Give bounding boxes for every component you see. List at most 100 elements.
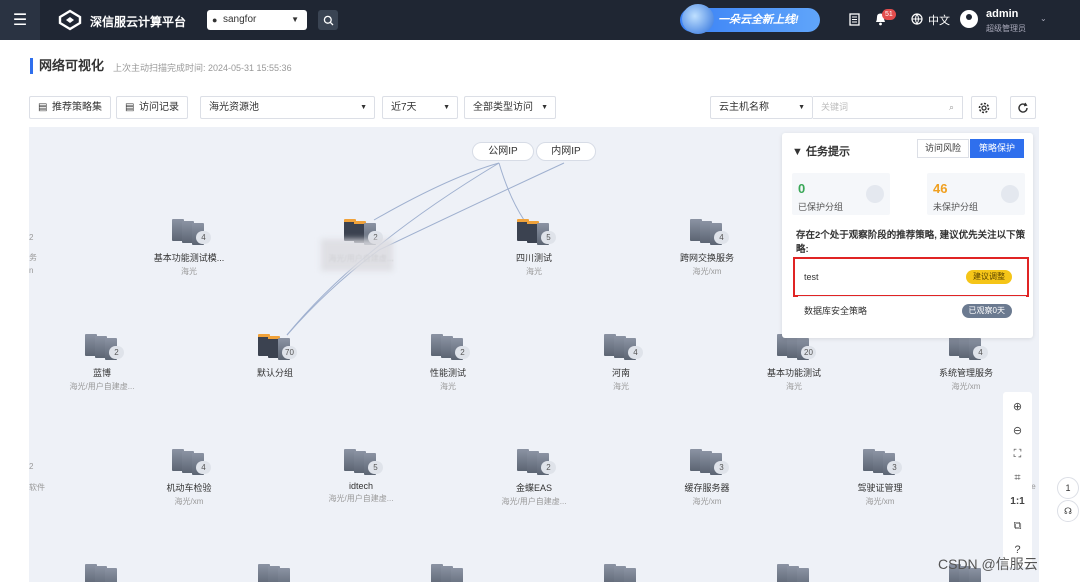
protected-stat: 0 已保护分组: [792, 173, 890, 215]
protected-label: 已保护分组: [798, 202, 844, 212]
server-icon: [83, 564, 121, 582]
resource-pool-select[interactable]: 海光资源池 ▼: [200, 96, 375, 119]
node-name: idtech: [348, 481, 374, 491]
top-search-button[interactable]: [318, 10, 338, 30]
group-node[interactable]: 70 默认分组: [215, 334, 335, 381]
page-title: 网络可视化: [30, 58, 104, 74]
layout-icon[interactable]: ⧉: [1003, 520, 1032, 533]
sangfor-logo-icon: [58, 9, 82, 31]
policy-name: 数据库安全策略: [804, 306, 868, 316]
group-node[interactable]: [388, 564, 508, 582]
server-icon: [602, 564, 640, 582]
menu-icon[interactable]: ☰: [0, 0, 40, 40]
chevron-down-icon[interactable]: ⌄: [1040, 14, 1047, 23]
actual-size-button[interactable]: 1:1: [1003, 496, 1032, 507]
refresh-button[interactable]: [1010, 96, 1036, 119]
search-icon: [323, 15, 333, 25]
search-icon[interactable]: ⌕: [949, 97, 954, 118]
node-count: 4: [628, 346, 643, 359]
group-node[interactable]: [42, 564, 162, 582]
task-panel: ▼ 任务提示 访问风险 策略保护 0 已保护分组 46 未保护分组 存在2个处于…: [782, 133, 1033, 338]
group-node[interactable]: 5 四川测试 海光: [474, 219, 594, 277]
canvas-toolbar: ⊕ ⊖ ⛶ ⌗ 1:1 ⧉ ?: [1003, 392, 1032, 567]
brand-title: 深信服云计算平台: [90, 15, 187, 29]
group-node[interactable]: 5 idtech 海光/用户自建虚...: [301, 449, 421, 504]
document-icon[interactable]: [849, 13, 860, 26]
language-switch[interactable]: 中文: [928, 12, 950, 28]
group-node[interactable]: 4 河南 海光: [561, 334, 681, 392]
access-type-select[interactable]: 全部类型访问 ▼: [464, 96, 556, 119]
server-icon: 4: [688, 219, 729, 245]
server-icon: 3: [861, 449, 902, 475]
settings-button[interactable]: [971, 96, 997, 119]
document-icon: ▤: [125, 102, 135, 113]
node-count: 3: [887, 461, 902, 474]
group-node[interactable]: 4 基本功能测试模... 海光: [129, 219, 249, 277]
node-count: 4: [973, 346, 988, 359]
server-icon: 5: [342, 449, 383, 475]
float-badge[interactable]: 1: [1057, 477, 1079, 499]
policy-row[interactable]: 数据库安全策略 已观察0天: [798, 296, 1026, 324]
group-node[interactable]: 4 机动车检验 海光/xm: [129, 449, 249, 507]
server-icon: 2: [429, 334, 470, 360]
avatar[interactable]: [960, 10, 978, 28]
public-ip-node[interactable]: 公网IP: [472, 142, 534, 161]
redacted-label: [321, 239, 393, 271]
task-panel-title-text: 任务提示: [805, 146, 850, 158]
node-sub: 海光: [181, 267, 197, 276]
region-select[interactable]: ● sangfor ▼: [207, 10, 307, 30]
group-node[interactable]: [215, 564, 335, 582]
group-node[interactable]: 4 跨网交换服务 海光/xm: [647, 219, 767, 277]
edge-fragment: 务: [29, 253, 37, 262]
fit-screen-icon[interactable]: ⛶: [1003, 448, 1032, 461]
keyword-input[interactable]: 关键词 ⌕: [813, 96, 963, 119]
search-field-select[interactable]: 云主机名称 ▼: [710, 96, 813, 119]
access-log-label: 访问记录: [139, 102, 179, 113]
node-count: 2: [541, 461, 556, 474]
caret-down-icon: ▼: [792, 146, 806, 158]
node-name: 系统管理服务: [938, 368, 993, 378]
time-range-select[interactable]: 近7天 ▼: [382, 96, 458, 119]
group-node[interactable]: 2 蓝博 海光/用户自建虚...: [42, 334, 162, 392]
node-sub: 海光/xm: [692, 267, 722, 276]
shield-icon: [866, 185, 884, 203]
group-node[interactable]: 3 缓存服务器 海光/xm: [647, 449, 767, 507]
node-sub: 海光/用户自建虚...: [501, 497, 567, 506]
private-ip-node[interactable]: 内网IP: [536, 142, 596, 161]
group-node[interactable]: [734, 564, 854, 582]
chevron-down-icon: ▼: [541, 104, 548, 111]
access-log-button[interactable]: ▤ 访问记录: [116, 96, 188, 119]
recommend-policy-button[interactable]: ▤ 推荐策略集: [29, 96, 111, 119]
node-name: 金蝶EAS: [515, 483, 552, 493]
node-count: 4: [714, 231, 729, 244]
tab-policy-protection[interactable]: 策略保护: [970, 139, 1024, 158]
node-sub: 海光: [526, 267, 542, 276]
node-count: 20: [801, 346, 816, 359]
highlight-box: [793, 257, 1029, 297]
watermark: CSDN @信服云: [938, 556, 1038, 572]
status-badge[interactable]: 已观察0天: [961, 304, 1012, 318]
node-sub: 海光: [613, 382, 629, 391]
group-node[interactable]: 3 驾驶证管理 海光/xm: [820, 449, 940, 507]
promo-banner[interactable]: 一朵云全新上线!: [680, 4, 820, 34]
user-name[interactable]: admin: [986, 8, 1018, 20]
node-count: 5: [541, 231, 556, 244]
server-icon: 4: [170, 219, 211, 245]
node-count: 2: [455, 346, 470, 359]
zoom-in-icon[interactable]: ⊕: [1003, 400, 1032, 413]
server-icon: [775, 564, 813, 582]
group-node[interactable]: [561, 564, 681, 582]
zoom-out-icon[interactable]: ⊖: [1003, 424, 1032, 437]
group-node[interactable]: 20 基本功能测试 海光: [734, 334, 854, 392]
focus-icon[interactable]: ⌗: [1003, 472, 1032, 485]
node-sub: 海光/用户自建虚...: [69, 382, 135, 391]
group-node[interactable]: 2 金蝶EAS 海光/用户自建虚...: [474, 449, 594, 507]
tab-access-risk[interactable]: 访问风险: [917, 139, 969, 158]
support-icon[interactable]: ☊: [1057, 500, 1079, 522]
group-node[interactable]: 2 性能测试 海光: [388, 334, 508, 392]
node-sub: 海光/xm: [692, 497, 722, 506]
group-node[interactable]: 4 系统管理服务 海光/xm: [906, 334, 1026, 392]
server-icon: [256, 564, 294, 582]
task-panel-title[interactable]: ▼ 任务提示: [792, 143, 850, 159]
node-sub: 海光/xm: [951, 382, 981, 391]
